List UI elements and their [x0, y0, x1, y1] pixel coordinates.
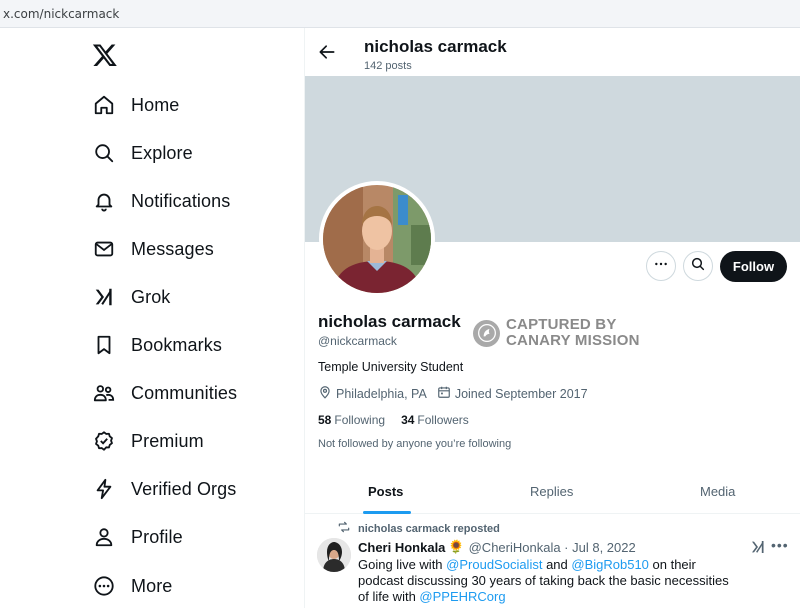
more-dots-icon [653, 256, 669, 277]
sidebar-item-label: Messages [131, 238, 214, 259]
envelope-icon [92, 237, 116, 261]
profile-handle: @nickcarmack [318, 334, 397, 348]
sidebar-item-premium[interactable]: Premium [92, 423, 204, 459]
more-circle-icon [92, 574, 116, 598]
profile-tabs: Posts Replies Media [305, 474, 800, 514]
tweet-header: Cheri Honkala 🌻 @CheriHonkala · Jul 8, 2… [358, 539, 636, 555]
tweet-author-emoji: 🌻 [448, 539, 465, 554]
repost-icon [337, 520, 358, 537]
not-followed-note: Not followed by anyone you’re following [318, 438, 512, 450]
bell-icon [92, 189, 116, 213]
tweet-handle-date[interactable]: @CheriHonkala · Jul 8, 2022 [469, 540, 636, 555]
search-icon [92, 141, 116, 165]
sidebar-item-label: More [131, 575, 173, 596]
sidebar-item-label: Notifications [131, 190, 231, 211]
more-options-button[interactable] [646, 251, 676, 281]
profile-meta: Philadelphia, PA Joined September 2017 [318, 385, 598, 402]
sidebar-item-home[interactable]: Home [92, 87, 179, 123]
back-arrow-icon[interactable] [317, 42, 337, 62]
person-icon [92, 525, 116, 549]
home-icon [92, 93, 116, 117]
followers-link[interactable]: 34 Followers [401, 413, 469, 427]
sidebar-item-label: Communities [131, 382, 238, 403]
address-bar[interactable]: x.com/nickcarmack [0, 0, 800, 28]
search-profile-button[interactable] [683, 251, 713, 281]
tab-posts[interactable]: Posts [368, 484, 403, 499]
calendar-icon [437, 385, 455, 402]
watermark-line-1: CAPTURED BY [506, 316, 617, 333]
follow-counts: 58 Following 34 Followers [318, 413, 485, 427]
joined-item: Joined September 2017 [437, 385, 588, 402]
location-pin-icon [318, 385, 336, 402]
tweet-more-icon[interactable]: ••• [771, 537, 789, 553]
sidebar-item-label: Explore [131, 142, 193, 163]
sidebar-item-profile[interactable]: Profile [92, 519, 183, 555]
sidebar-item-label: Premium [131, 430, 204, 451]
tab-replies[interactable]: Replies [530, 484, 573, 499]
mention-link[interactable]: @ProudSocialist [446, 557, 542, 572]
following-link[interactable]: 58 Following [318, 413, 385, 427]
profile-column: nicholas carmack 142 posts Follow nichol… [305, 28, 800, 608]
search-icon [690, 256, 706, 277]
sidebar-item-label: Bookmarks [131, 334, 222, 355]
sidebar-item-verified-orgs[interactable]: Verified Orgs [92, 471, 236, 507]
header-name: nicholas carmack [364, 37, 507, 56]
grok-icon [92, 285, 116, 309]
sidebar-item-label: Profile [131, 526, 183, 547]
grok-icon[interactable] [750, 539, 766, 555]
tweet-text-part: Going live with [358, 557, 447, 572]
tweet-text-part: and [542, 557, 572, 572]
people-icon [92, 381, 116, 405]
canary-mission-watermark: CAPTURED BY CANARY MISSION [473, 317, 640, 349]
sidebar-item-bookmarks[interactable]: Bookmarks [92, 327, 222, 363]
sidebar-item-communities[interactable]: Communities [92, 375, 237, 411]
tab-media[interactable]: Media [700, 484, 735, 499]
followers-count: 34 [401, 413, 415, 427]
mention-link[interactable]: @PPEHRCorg [419, 589, 505, 604]
header-post-count: 142 posts [364, 60, 412, 72]
verified-badge-icon [92, 429, 116, 453]
sidebar-item-notifications[interactable]: Notifications [92, 183, 230, 219]
sidebar-item-explore[interactable]: Explore [92, 135, 193, 171]
profile-name: nicholas carmack [318, 312, 461, 331]
url-text[interactable]: x.com/nickcarmack [3, 7, 119, 21]
tweet[interactable]: nicholas carmack reposted Cheri Honkala … [305, 515, 800, 608]
mention-link[interactable]: @BigRob510 [571, 557, 649, 572]
sidebar-item-label: Home [131, 94, 180, 115]
sidebar-item-messages[interactable]: Messages [92, 231, 214, 267]
tweet-text: Going live with @ProudSocialist and @Big… [358, 557, 743, 605]
followers-label: Followers [417, 413, 469, 427]
profile-avatar[interactable] [319, 181, 435, 297]
joined-text: Joined September 2017 [454, 386, 588, 401]
following-label: Following [334, 413, 386, 427]
tweet-author[interactable]: Cheri Honkala [358, 540, 445, 555]
sidebar-item-more[interactable]: More [92, 568, 172, 604]
lightning-icon [92, 477, 116, 501]
avatar[interactable] [317, 538, 351, 572]
sidebar-item-label: Verified Orgs [131, 478, 237, 499]
location-item: Philadelphia, PA [318, 385, 427, 402]
sidebar: Home Explore Notifications Messages Grok… [0, 28, 304, 608]
active-tab-indicator [363, 511, 411, 514]
avatar [323, 185, 431, 293]
sidebar-item-grok[interactable]: Grok [92, 279, 170, 315]
canary-seal-icon [473, 319, 500, 347]
watermark-line-2: CANARY MISSION [506, 332, 640, 349]
repost-label: nicholas carmack reposted [358, 522, 500, 535]
profile-bio: Temple University Student [318, 360, 464, 374]
follow-button[interactable]: Follow [720, 251, 787, 282]
following-count: 58 [318, 413, 332, 427]
repost-indicator: nicholas carmack reposted [337, 520, 500, 537]
profile-header-bar: nicholas carmack 142 posts [305, 28, 800, 76]
bookmark-icon [92, 333, 116, 357]
x-logo-icon[interactable] [92, 42, 118, 68]
location-text: Philadelphia, PA [336, 386, 427, 401]
sidebar-item-label: Grok [131, 286, 171, 307]
